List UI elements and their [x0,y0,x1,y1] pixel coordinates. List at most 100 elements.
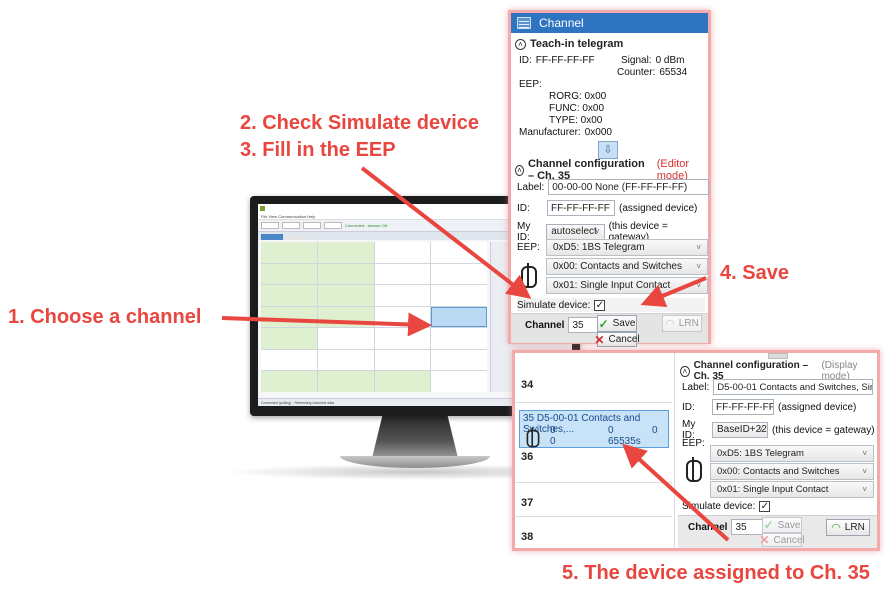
mini-channel-cell [261,306,317,328]
monitor-stand [372,416,458,458]
mini-channel-cell-selected [431,306,487,328]
annotation-step1: 1. Choose a channel [8,306,202,328]
func-value: FUNC: 0x00 [549,103,605,114]
channel-row[interactable]: 34 [515,367,672,403]
eep-label: EEP: [682,438,705,449]
mini-channel-cell [317,328,374,349]
signal-value: 0 dBm [655,55,685,66]
eep-type-value: 0x01: Single Input Contact [717,484,829,495]
annotation-step2: 2. Check Simulate device [240,112,480,134]
lrn-button[interactable]: ◠ LRN [826,519,870,536]
eep-func-value: 0x00: Contacts and Switches [717,466,840,477]
eep-label: EEP: [517,242,540,253]
myid-note: (this device = gateway) [772,424,875,436]
simulate-label: Simulate device: [682,501,756,512]
save-label: Save [777,519,801,531]
label-input[interactable] [548,179,710,195]
channel-row[interactable]: 38 [515,517,672,548]
eep-func-select[interactable]: 0x00: Contacts and Switches ˅ [546,258,708,275]
chevron-down-icon: ˅ [696,243,701,252]
myid-label: My ID: [517,221,531,243]
simulate-device-checkbox[interactable]: ✓ [594,299,606,311]
contact-sensor-icon [521,263,537,288]
channel-row-selected[interactable]: 35 D5-00-01 Contacts and Switches,... 0 … [519,410,669,448]
eep-type-select[interactable]: 0x01: Single Input Contact ˅ [710,481,874,498]
mini-toolbar-button [324,222,342,229]
contact-sensor-icon [526,427,540,448]
chevron-down-icon: ˅ [594,227,600,236]
mini-channel-cell [261,371,317,392]
id-label: ID: [517,202,530,214]
mini-toolbar-button [303,222,321,229]
save-button[interactable]: ✓ Save [762,517,802,533]
cancel-button[interactable]: ✕ Cancel [759,533,805,547]
type-value: TYPE: 0x00 [549,115,603,126]
myid-select[interactable]: autoselect ˅ [546,224,605,240]
window-title-bar: Channel [511,13,708,33]
mini-channel-cell [317,263,374,285]
chevron-down-icon: ˅ [696,281,701,290]
simulate-device-checkbox[interactable]: ✓ [759,501,771,512]
mini-channel-cell [374,306,431,328]
mini-channel-cell [317,242,374,263]
id-input[interactable] [547,200,615,216]
id-input[interactable] [712,399,774,415]
channel-row[interactable]: 37 [515,483,672,517]
selected-device-name: D5-00-01 Contacts and Switches,... [523,413,641,435]
channel-number: 38 [521,531,534,543]
rorg-value: RORG: 0x00 [549,91,607,102]
value-1: 0 [550,425,556,436]
eep-type-select[interactable]: 0x01: Single Input Contact ˅ [546,277,708,294]
eep-type-value: 0x01: Single Input Contact [553,280,671,291]
chevron-down-icon: ˅ [862,449,867,458]
mini-channel-cell [374,242,431,263]
id-note: (assigned device) [778,401,857,413]
mini-toolbar-button [261,222,279,229]
lrn-button[interactable]: ◠ LRN [662,315,702,332]
label-label: Label: [682,381,710,393]
annotation-step3: 3. Fill in the EEP [240,139,396,161]
mini-toolbar-button [282,222,300,229]
download-arrow-button[interactable]: ⇩ [598,141,618,159]
value-5: 65535s [608,436,641,447]
lrn-label: LRN [678,318,699,329]
display-config-header[interactable]: ˄ Channel configuration – Ch. 35 (Displa… [680,360,877,382]
eep-rorg-select[interactable]: 0xD5: 1BS Telegram ˅ [710,445,874,462]
close-icon: ✕ [759,533,770,547]
chevron-up-icon[interactable]: ˄ [515,164,524,176]
counter-label: Counter: [617,67,656,78]
cancel-button[interactable]: ✕ Cancel [594,332,640,347]
myid-select[interactable]: BaseID+22 ˅ [712,422,768,438]
channel-display-panel: 34 35 D5-00-01 Contacts and Switches,...… [512,350,880,551]
mini-channel-cell [431,371,487,392]
eep-rorg-value: 0xD5: 1BS Telegram [553,242,645,253]
chevron-down-icon: ˅ [758,425,763,434]
label-input[interactable] [713,379,874,395]
channel-row[interactable]: 36 [515,449,672,483]
teach-id-label: ID: [519,55,532,66]
chevron-down-icon: ˅ [696,262,701,271]
mini-tab [261,234,283,240]
teach-in-header[interactable]: ˄ Teach-in telegram [515,35,623,53]
mini-channel-cell [374,263,431,285]
chevron-up-icon[interactable]: ˄ [680,365,690,377]
label-label: Label: [517,181,545,193]
channel-window-editor: Channel ˄ Teach-in telegram ID: FF-FF-FF… [508,10,711,347]
mini-channel-cell [374,371,431,392]
collapse-handle[interactable] [768,353,788,359]
lrn-label: LRN [844,522,865,533]
checkmark-icon: ✓ [598,316,609,331]
value-2: 0 [608,425,614,436]
save-button[interactable]: ✓ Save [597,315,637,332]
chevron-up-icon[interactable]: ˄ [515,38,526,50]
selected-title: 35 D5-00-01 Contacts and Switches,... [523,413,668,435]
config-header[interactable]: ˄ Channel configuration – Ch. 35 (Editor… [515,158,708,182]
wireless-icon: ◠ [831,522,841,534]
mini-channel-cell [317,306,374,328]
id-note: (assigned device) [619,202,698,214]
eep-rorg-select[interactable]: 0xD5: 1BS Telegram ˅ [546,239,708,256]
wireless-icon: ◠ [665,318,675,330]
eep-rorg-value: 0xD5: 1BS Telegram [717,448,804,459]
mini-channel-cell [261,263,317,285]
eep-func-select[interactable]: 0x00: Contacts and Switches ˅ [710,463,874,480]
